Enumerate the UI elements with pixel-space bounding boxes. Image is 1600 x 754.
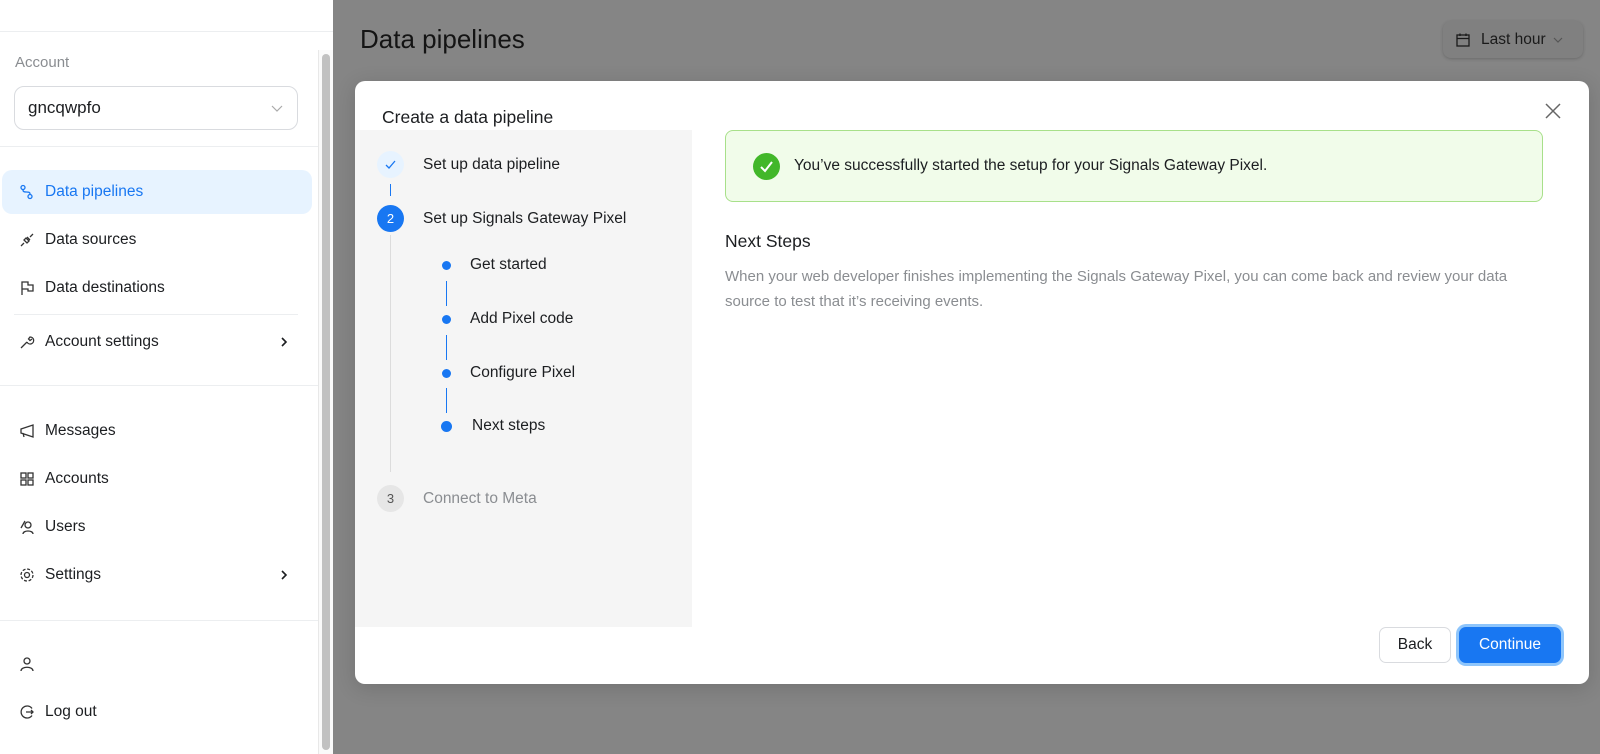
- modal-title: Create a data pipeline: [382, 107, 554, 127]
- sidebar-header: [0, 0, 333, 32]
- substep-dot: [442, 260, 451, 270]
- sidebar-item-label: Data pipelines: [45, 183, 144, 200]
- next-steps-title: Next Steps: [725, 231, 811, 251]
- substep-add-pixel-code[interactable]: Add Pixel code: [442, 310, 573, 328]
- step-set-up-signals-gateway-pixel[interactable]: 2 Set up Signals Gateway Pixel: [377, 205, 626, 232]
- substep-connector: [446, 335, 447, 360]
- check-icon: [377, 151, 404, 178]
- step-label: Connect to Meta: [423, 489, 537, 507]
- chevron-down-icon: [1553, 37, 1563, 43]
- sidebar-item-accounts[interactable]: Accounts: [2, 457, 312, 501]
- step-label: Set up data pipeline: [423, 155, 561, 173]
- sidebar-item-messages[interactable]: Messages: [2, 409, 312, 453]
- step-number: 2: [377, 205, 404, 232]
- sidebar-item-data-pipelines[interactable]: Data pipelines: [2, 170, 312, 214]
- substep-label: Add Pixel code: [470, 310, 574, 327]
- step-number: 3: [377, 485, 404, 512]
- sidebar-item-settings[interactable]: Settings: [2, 553, 312, 597]
- continue-button[interactable]: Continue: [1459, 627, 1561, 663]
- step-label: Set up Signals Gateway Pixel: [423, 209, 627, 227]
- chevron-right-icon: [281, 570, 288, 580]
- sidebar-content: Account gncqwpfo Data pipelines Data sou…: [0, 32, 318, 754]
- time-range-select[interactable]: Last hour: [1443, 21, 1583, 58]
- wrench-icon: [19, 334, 35, 350]
- divider: [14, 314, 298, 315]
- sidebar-item-label: Accounts: [45, 470, 109, 487]
- flag-icon: [19, 280, 35, 296]
- gear-icon: [19, 567, 35, 583]
- close-icon[interactable]: [1542, 100, 1564, 122]
- sidebar-item-label: Data sources: [45, 231, 137, 248]
- stepper: Set up data pipeline 2 Set up Signals Ga…: [355, 130, 692, 627]
- divider: [0, 385, 318, 386]
- sidebar-item-profile[interactable]: [2, 642, 312, 686]
- sidebar-item-label: Account settings: [45, 333, 159, 350]
- logout-icon: [19, 704, 35, 720]
- banner-text: You’ve successfully started the setup fo…: [794, 157, 1268, 174]
- success-banner: You’ve successfully started the setup fo…: [725, 130, 1543, 202]
- step-connector: [390, 184, 391, 196]
- substep-dot: [442, 314, 451, 324]
- pipeline-icon: [19, 184, 35, 200]
- substep-configure-pixel[interactable]: Configure Pixel: [442, 364, 575, 382]
- account-select-value: gncqwpfo: [28, 98, 101, 117]
- plug-icon: [19, 232, 35, 248]
- substep-connector: [446, 281, 447, 306]
- step-connector: [390, 235, 391, 472]
- sidebar-item-label: Settings: [45, 566, 102, 583]
- substep-dot: [442, 368, 451, 378]
- chevron-down-icon: [271, 105, 283, 112]
- divider: [0, 146, 318, 147]
- substep-connector: [446, 388, 447, 413]
- page-title: Data pipelines: [360, 24, 525, 54]
- step-connect-to-meta[interactable]: 3 Connect to Meta: [377, 485, 537, 512]
- megaphone-icon: [19, 423, 35, 439]
- sidebar: Account gncqwpfo Data pipelines Data sou…: [0, 0, 333, 754]
- sidebar-item-data-destinations[interactable]: Data destinations: [2, 266, 312, 310]
- divider: [0, 620, 318, 621]
- users-icon: [19, 519, 35, 535]
- success-check-icon: [753, 152, 780, 180]
- sidebar-item-label: Messages: [45, 422, 116, 439]
- account-select[interactable]: gncqwpfo: [14, 86, 298, 130]
- substep-get-started[interactable]: Get started: [442, 256, 547, 274]
- substep-next-steps[interactable]: Next steps: [441, 417, 546, 435]
- next-steps-body: When your web developer finishes impleme…: [725, 268, 1508, 310]
- account-label: Account: [15, 54, 70, 71]
- substep-label: Next steps: [472, 417, 546, 434]
- back-button[interactable]: Back: [1379, 627, 1451, 663]
- sidebar-item-label: Data destinations: [45, 279, 165, 296]
- sidebar-item-label: Users: [45, 518, 86, 535]
- time-range-value: Last hour: [1481, 30, 1546, 48]
- sidebar-item-data-sources[interactable]: Data sources: [2, 218, 312, 262]
- calendar-icon: [1456, 33, 1470, 47]
- chevron-right-icon: [281, 337, 288, 347]
- sidebar-item-log-out[interactable]: Log out: [2, 690, 312, 734]
- sidebar-scrollbar[interactable]: [318, 50, 333, 754]
- substep-label: Get started: [470, 256, 547, 273]
- sidebar-item-account-settings[interactable]: Account settings: [2, 320, 312, 364]
- grid-icon: [19, 471, 35, 487]
- sidebar-item-label: Log out: [45, 703, 97, 720]
- profile-icon: [19, 656, 35, 672]
- create-pipeline-modal: Create a data pipeline Set up data pipel…: [355, 81, 1589, 684]
- substep-dot: [441, 420, 452, 432]
- scrollbar-thumb[interactable]: [322, 54, 330, 750]
- substep-label: Configure Pixel: [470, 364, 576, 381]
- step-set-up-data-pipeline[interactable]: Set up data pipeline: [377, 151, 560, 178]
- sidebar-item-users[interactable]: Users: [2, 505, 312, 549]
